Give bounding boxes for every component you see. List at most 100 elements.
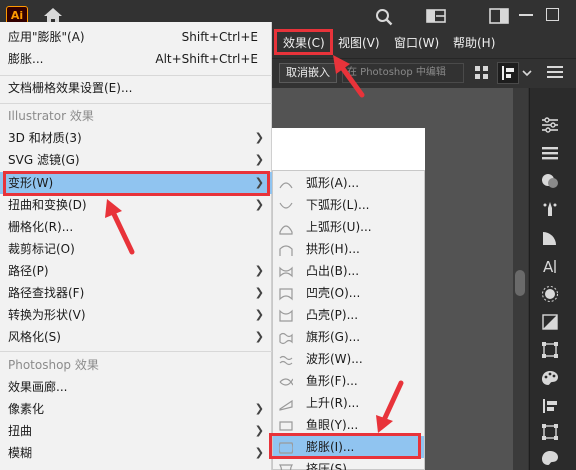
submenu-item-squeeze[interactable]: 挤压(S)... xyxy=(273,458,424,470)
submenu-item-label: 上弧形(U)... xyxy=(306,220,372,234)
menu-item-distort[interactable]: 扭曲 ❯ xyxy=(0,420,272,442)
menu-item-convert-to-shape[interactable]: 转换为形状(V) ❯ xyxy=(0,304,272,326)
menu-separator xyxy=(0,351,272,352)
menu-item-label: 模糊 xyxy=(8,446,33,460)
menu-view[interactable]: 视图(V) xyxy=(338,34,380,52)
submenu-item-shell-lower[interactable]: 凹壳(O)... xyxy=(273,282,424,304)
menu-item-3d-materials[interactable]: 3D 和材质(3) ❯ xyxy=(0,127,272,149)
menu-item-label: 风格化(S) xyxy=(8,330,61,344)
menu-item-label: 3D 和材质(3) xyxy=(8,131,82,145)
maximize-window-button[interactable] xyxy=(546,8,559,21)
menu-window[interactable]: 窗口(W) xyxy=(394,34,439,52)
submenu-arrow-icon: ❯ xyxy=(254,330,264,343)
shell-upper-warp-icon xyxy=(279,308,293,322)
minimize-window-button[interactable] xyxy=(519,14,533,16)
menu-item-path[interactable]: 路径(P) ❯ xyxy=(0,260,272,282)
submenu-arrow-icon: ❯ xyxy=(254,402,264,415)
menu-item-shortcut: Shift+Ctrl+E xyxy=(181,30,258,44)
menu-item-label: 应用"膨胀"(A) xyxy=(8,30,85,44)
align-options-icon[interactable] xyxy=(497,62,519,84)
submenu-item-label: 鱼形(F)... xyxy=(306,374,358,388)
color-panel-icon[interactable] xyxy=(540,172,560,190)
edit-in-photoshop-button[interactable]: 在 Photoshop 中编辑 xyxy=(342,63,464,83)
menu-item-label: 转换为形状(V) xyxy=(8,308,86,322)
menu-item-label: SVG 滤镜(G) xyxy=(8,153,80,167)
wave-warp-icon xyxy=(279,352,293,366)
transparency-panel-icon[interactable] xyxy=(540,313,560,331)
menu-item-shortcut: Alt+Shift+Ctrl+E xyxy=(155,52,258,66)
arrange-documents-icon[interactable] xyxy=(426,9,446,23)
menu-item-last-effect[interactable]: 膨胀... Alt+Shift+Ctrl+E xyxy=(0,48,272,70)
align-panel-icon[interactable] xyxy=(540,397,560,415)
flag-warp-icon xyxy=(279,330,293,345)
menu-item-svg-filters[interactable]: SVG 滤镜(G) ❯ xyxy=(0,149,272,171)
vertical-scrollbar-thumb[interactable] xyxy=(515,270,525,296)
layers-panel-icon[interactable] xyxy=(540,144,560,162)
menu-item-label: 扭曲 xyxy=(8,424,33,438)
transform-panel-icon[interactable] xyxy=(540,341,560,359)
chevron-down-icon[interactable] xyxy=(522,69,532,77)
menu-help[interactable]: 帮助(H) xyxy=(453,34,495,52)
submenu-item-label: 波形(W)... xyxy=(306,352,363,366)
character-panel-icon[interactable]: A xyxy=(540,257,560,275)
menu-item-effect-gallery[interactable]: 效果画廊... xyxy=(0,376,272,398)
submenu-item-flag[interactable]: 旗形(G)... xyxy=(273,326,424,348)
submenu-item-shell-upper[interactable]: 凸壳(P)... xyxy=(273,304,424,326)
submenu-arrow-icon: ❯ xyxy=(254,308,264,321)
align-grid-icon[interactable] xyxy=(474,65,489,80)
swatches-panel-icon[interactable] xyxy=(540,369,560,387)
menu-item-rasterize[interactable]: 栅格化(R)... xyxy=(0,216,272,238)
submenu-item-fish[interactable]: 鱼形(F)... xyxy=(273,370,424,392)
menu-item-label: 栅格化(R)... xyxy=(8,220,74,234)
submenu-arrow-icon: ❯ xyxy=(254,286,264,299)
menu-item-crop-marks[interactable]: 裁剪标记(O) xyxy=(0,238,272,260)
submenu-item-wave[interactable]: 波形(W)... xyxy=(273,348,424,370)
submenu-item-bulge[interactable]: 凸出(B)... xyxy=(273,260,424,282)
brushes-panel-icon[interactable] xyxy=(540,200,560,218)
panel-menu-icon[interactable] xyxy=(547,65,563,79)
search-icon[interactable] xyxy=(375,8,393,26)
gradient-panel-icon[interactable] xyxy=(540,229,560,247)
effects-menu-highlight-box xyxy=(274,29,333,55)
squeeze-warp-icon xyxy=(278,462,294,470)
menu-item-distort-transform[interactable]: 扭曲和变换(D) ❯ xyxy=(0,194,272,216)
submenu-arrow-icon: ❯ xyxy=(254,446,264,459)
properties-panel-icon[interactable] xyxy=(540,116,560,134)
submenu-item-rise[interactable]: 上升(R)... xyxy=(273,392,424,414)
menu-item-label: 路径查找器(F) xyxy=(8,286,85,300)
menu-item-apply-last-effect[interactable]: 应用"膨胀"(A) Shift+Ctrl+E xyxy=(0,26,272,48)
menu-item-label: 效果画廊... xyxy=(8,380,68,394)
appearance-panel-icon[interactable] xyxy=(540,285,560,303)
submenu-item-arc[interactable]: 弧形(A)... xyxy=(273,172,424,194)
arc-lower-warp-icon xyxy=(279,198,293,212)
menu-item-stylize[interactable]: 风格化(S) ❯ xyxy=(0,326,272,348)
arch-warp-icon xyxy=(279,242,293,256)
cancel-embed-button[interactable]: 取消嵌入 xyxy=(279,63,337,83)
fisheye-warp-icon xyxy=(279,418,293,432)
submenu-item-arch[interactable]: 拱形(H)... xyxy=(273,238,424,260)
menu-item-label: 扭曲和变换(D) xyxy=(8,198,87,212)
menu-item-label: 文档栅格效果设置(E)... xyxy=(8,81,133,95)
submenu-item-label: 上升(R)... xyxy=(306,396,360,410)
menu-item-raster-settings[interactable]: 文档栅格效果设置(E)... xyxy=(0,77,272,99)
submenu-item-label: 凸出(B)... xyxy=(306,264,360,278)
submenu-item-label: 下弧形(L)... xyxy=(306,198,370,212)
menu-item-label: 膨胀... xyxy=(8,52,44,66)
arc-warp-icon xyxy=(279,176,293,190)
links-panel-icon[interactable] xyxy=(540,449,560,467)
submenu-arrow-icon: ❯ xyxy=(254,153,264,166)
submenu-item-label: 拱形(H)... xyxy=(306,242,360,256)
menu-section-photoshop-effects: Photoshop 效果 xyxy=(0,354,272,376)
submenu-item-arc-lower[interactable]: 下弧形(L)... xyxy=(273,194,424,216)
menu-item-label: 路径(P) xyxy=(8,264,49,278)
menu-item-pixelate[interactable]: 像素化 ❯ xyxy=(0,398,272,420)
menu-item-blur[interactable]: 模糊 ❯ xyxy=(0,442,272,464)
artboards-panel-icon[interactable] xyxy=(540,423,560,441)
arc-upper-warp-icon xyxy=(279,220,293,235)
menu-section-label: Photoshop 效果 xyxy=(8,358,99,372)
submenu-item-arc-upper[interactable]: 上弧形(U)... xyxy=(273,216,424,238)
effect-menu: 应用"膨胀"(A) Shift+Ctrl+E 膨胀... Alt+Shift+C… xyxy=(0,22,272,470)
workspace-switcher-icon[interactable] xyxy=(489,8,509,24)
submenu-item-label: 凹壳(O)... xyxy=(306,286,361,300)
menu-item-pathfinder[interactable]: 路径查找器(F) ❯ xyxy=(0,282,272,304)
